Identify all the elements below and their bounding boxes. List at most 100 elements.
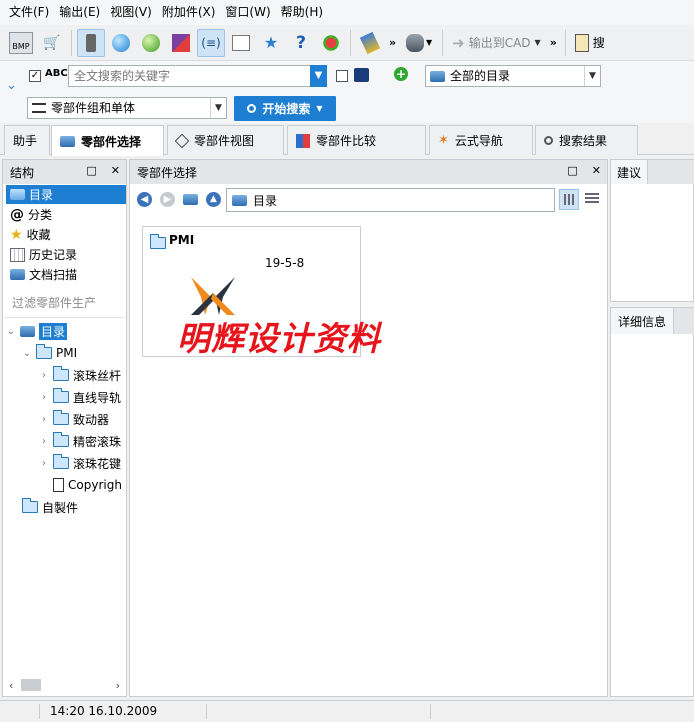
scroll-left-icon[interactable]: ‹ (9, 679, 13, 692)
menu-addons[interactable]: 附加件(X) (157, 0, 221, 25)
catalog-icon (20, 325, 35, 337)
filter-input[interactable]: 过滤零部件生产 (12, 294, 96, 311)
globe-button[interactable] (107, 29, 135, 57)
toolbar: BMP 🛒 (≡) ★ ? » ▼ ➜ 输出到CAD ▼ » 搜 (0, 25, 694, 61)
back-icon[interactable]: ◀ (137, 192, 152, 207)
tab-assistant[interactable]: 助手 (4, 125, 50, 155)
chart-button[interactable] (227, 29, 255, 57)
up-icon[interactable]: ▲ (206, 192, 221, 207)
forward-icon[interactable]: ▶ (160, 192, 175, 207)
close-icon[interactable]: ✕ (111, 164, 120, 177)
export-cad-label: 输出到CAD (468, 36, 531, 50)
maximize-icon[interactable]: □ (86, 164, 96, 177)
help-button[interactable]: ? (287, 29, 315, 57)
toolbar-overflow-icon[interactable]: » (386, 36, 399, 49)
tab-part-view[interactable]: 零部件视图 (167, 125, 284, 155)
favorite-button[interactable]: ★ (257, 29, 285, 57)
phone-icon (86, 33, 96, 52)
chevron-right-icon: › (42, 435, 46, 447)
details-tab[interactable]: 详细信息 (611, 308, 674, 334)
suggest-tab[interactable]: 建议 (611, 160, 648, 184)
tree-node[interactable]: › 直线导轨 (39, 387, 121, 407)
cad-arrow-icon: ➜ (452, 33, 465, 52)
tree-node[interactable]: › 精密滚珠 (39, 431, 121, 451)
cylinder-button[interactable]: ▼ (401, 29, 437, 57)
tree-node-pmi[interactable]: ⌄ PMI (22, 343, 77, 363)
chevron-down-icon: ▼ (210, 98, 226, 118)
document-icon (53, 478, 64, 492)
list-toggle-button[interactable]: (≡) (197, 28, 225, 57)
scroll-thumb[interactable] (21, 679, 41, 691)
phone-button[interactable] (77, 28, 105, 57)
tree-node-copyright[interactable]: Copyrigh (39, 475, 122, 495)
parts-button[interactable] (167, 29, 195, 57)
nav-category[interactable]: @ 分类 (6, 205, 56, 224)
book-checkbox[interactable] (336, 70, 348, 82)
tree-label: PMI (56, 346, 78, 360)
calendar-icon (10, 247, 25, 262)
globe-green-button[interactable] (137, 29, 165, 57)
cut-button[interactable]: 搜 (571, 33, 609, 52)
nav-catalog[interactable]: 目录 (6, 185, 126, 204)
tree-node-self-made[interactable]: 自製件 (8, 497, 78, 517)
nav-doc-scan[interactable]: 文档扫描 (6, 265, 81, 284)
search-mode-select[interactable]: 零部件组和单体 ▼ (27, 97, 227, 119)
status-bar: 14:20 16.10.2009 (0, 700, 694, 722)
menu-view[interactable]: 视图(V) (105, 0, 157, 25)
tree-node[interactable]: › 致动器 (39, 409, 109, 429)
tree-root[interactable]: ⌄ 目录 (6, 321, 68, 341)
list-view-icon[interactable] (585, 193, 599, 205)
tab-part-compare[interactable]: 零部件比较 (287, 125, 426, 155)
menu-bar: 文件(F) 输出(E) 视图(V) 附加件(X) 窗口(W) 帮助(H) (0, 0, 694, 25)
tab-part-selection[interactable]: 零部件选择 (51, 125, 164, 156)
export-cad-button[interactable]: ➜ 输出到CAD ▼ (448, 34, 545, 52)
catalog-icon (60, 135, 75, 147)
main-tabs: 助手 零部件选择 零部件视图 零部件比较 ✶ 云式导航 搜索结果 (0, 123, 694, 156)
start-search-label: 开始搜索 (262, 102, 311, 116)
path-bar[interactable]: 目录 (226, 188, 555, 212)
maximize-icon[interactable]: □ (567, 164, 577, 177)
close-icon[interactable]: ✕ (592, 164, 601, 177)
status-divider (206, 704, 207, 719)
tree-node[interactable]: › 滚珠花键 (39, 453, 121, 473)
document-icon (574, 33, 589, 52)
horizontal-scrollbar[interactable]: ‹ › (5, 677, 124, 693)
menu-window[interactable]: 窗口(W) (220, 0, 275, 25)
tab-cloud-nav[interactable]: ✶ 云式导航 (429, 125, 533, 155)
toolbar-overflow-icon[interactable]: » (547, 36, 560, 49)
tab-label: 零部件比较 (316, 134, 377, 148)
menu-export[interactable]: 输出(E) (54, 0, 105, 25)
menu-help[interactable]: 帮助(H) (276, 0, 328, 25)
tab-label: 零部件视图 (194, 134, 255, 148)
nav-favorites[interactable]: ★ 收藏 (6, 225, 55, 244)
tab-search-results[interactable]: 搜索结果 (535, 125, 638, 155)
chevron-down-icon: ▼ (584, 66, 600, 86)
tree-label: 自製件 (42, 500, 79, 515)
folder-icon (53, 388, 69, 403)
bmp-export-button[interactable]: BMP (6, 29, 36, 57)
start-search-button[interactable]: 开始搜索 ▼ (234, 96, 336, 121)
molecule-button[interactable] (317, 29, 345, 57)
cart-button[interactable]: 🛒 (38, 29, 66, 57)
tree-node[interactable]: › 滚珠丝杆 (39, 365, 121, 385)
nav-history[interactable]: 历史记录 (6, 245, 81, 264)
search-history-dropdown[interactable]: ▼ (310, 65, 327, 87)
cut-label: 搜 (592, 36, 605, 50)
catalog-icon[interactable] (183, 194, 198, 205)
chevron-down-icon: ▼ (426, 38, 433, 47)
cylinder-icon (406, 33, 425, 52)
add-icon[interactable]: + (394, 67, 408, 81)
paint-button[interactable] (356, 29, 384, 57)
catalog-icon (232, 194, 247, 206)
scan-icon (10, 269, 25, 280)
tree-label: 致动器 (73, 412, 110, 427)
grid-view-icon[interactable] (559, 189, 579, 210)
catalog-scope-select[interactable]: 全部的目录 ▼ (425, 65, 601, 87)
search-input[interactable]: 全文搜索的关键字 (68, 65, 311, 87)
tree-label: 滚珠丝杆 (73, 368, 122, 383)
panel-title: 零部件选择 (137, 165, 198, 180)
menu-file[interactable]: 文件(F) (4, 0, 54, 25)
scroll-right-icon[interactable]: › (116, 679, 120, 692)
path-label: 目录 (253, 193, 278, 208)
abc-checkbox[interactable]: ✓ (29, 70, 41, 82)
